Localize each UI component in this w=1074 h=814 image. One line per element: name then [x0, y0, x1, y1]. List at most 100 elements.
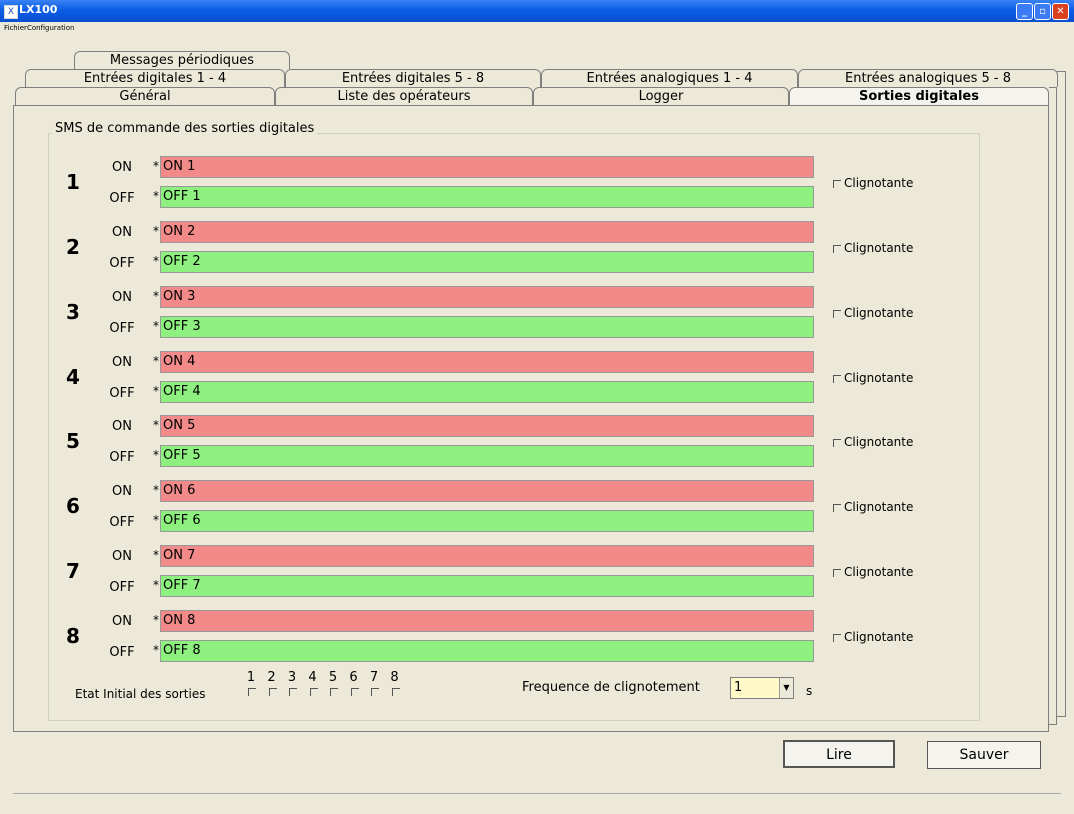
output-number: 8: [66, 624, 80, 648]
required-star: *: [153, 613, 159, 627]
checkbox-icon[interactable]: [833, 244, 841, 253]
tab-entrees-analogiques-1-4[interactable]: Entrées analogiques 1 - 4: [541, 69, 798, 87]
tab-general[interactable]: Général: [15, 87, 275, 105]
checkbox-icon[interactable]: [833, 374, 841, 383]
group-title: SMS de commande des sorties digitales: [52, 121, 318, 136]
initial-state-checkbox[interactable]: [330, 688, 338, 696]
off-sms-field[interactable]: OFF 1: [160, 186, 814, 208]
checkbox-icon[interactable]: [833, 568, 841, 577]
tab-liste-operateurs[interactable]: Liste des opérateurs: [275, 87, 533, 105]
on-label: ON: [112, 355, 132, 370]
required-star: *: [153, 319, 159, 333]
off-sms-field[interactable]: OFF 2: [160, 251, 814, 273]
title-bar: X LX100 _ ▫ ✕: [0, 0, 1074, 22]
blink-checkbox[interactable]: Clignotante: [833, 176, 913, 190]
checkbox-icon[interactable]: [833, 633, 841, 642]
on-label: ON: [112, 484, 132, 499]
output-number: 2: [66, 235, 80, 259]
blink-label: Clignotante: [844, 306, 914, 320]
blink-checkbox[interactable]: Clignotante: [833, 630, 913, 644]
initial-state-checkbox[interactable]: [248, 688, 256, 696]
required-star: *: [153, 643, 159, 657]
blink-checkbox[interactable]: Clignotante: [833, 565, 913, 579]
initial-state-checkbox[interactable]: [350, 688, 359, 696]
tab-logger[interactable]: Logger: [533, 87, 789, 105]
menu-bar: Fichier Configuration: [0, 23, 1074, 37]
off-label: OFF: [109, 386, 135, 401]
initial-state-checkbox[interactable]: [268, 688, 277, 696]
required-star: *: [153, 159, 159, 173]
tab-panel-shadow: [1057, 71, 1066, 717]
off-sms-field[interactable]: OFF 7: [160, 575, 814, 597]
on-sms-field[interactable]: ON 2: [160, 221, 814, 243]
initial-state-checkbox[interactable]: [309, 688, 318, 696]
required-star: *: [153, 483, 159, 497]
tab-panel-shadow: [1049, 87, 1057, 725]
maximize-button[interactable]: ▫: [1034, 3, 1051, 20]
off-sms-field[interactable]: OFF 8: [160, 640, 814, 662]
blink-label: Clignotante: [844, 565, 914, 579]
on-label: ON: [112, 614, 132, 629]
required-star: *: [153, 578, 159, 592]
off-label: OFF: [109, 515, 135, 530]
required-star: *: [153, 189, 159, 203]
tab-messages-periodiques[interactable]: Messages périodiques: [74, 51, 290, 69]
on-sms-field[interactable]: ON 8: [160, 610, 814, 632]
blink-checkbox[interactable]: Clignotante: [833, 500, 913, 514]
read-button[interactable]: Lire: [783, 740, 895, 768]
required-star: *: [153, 289, 159, 303]
off-sms-field[interactable]: OFF 6: [160, 510, 814, 532]
blink-label: Clignotante: [844, 630, 914, 644]
initial-state-checkbox[interactable]: [289, 688, 297, 696]
blink-checkbox[interactable]: Clignotante: [833, 306, 913, 320]
chevron-down-icon[interactable]: ▼: [779, 678, 793, 698]
blink-checkbox[interactable]: Clignotante: [833, 371, 913, 385]
initial-state-number: 3: [287, 670, 297, 685]
tab-entrees-digitales-1-4[interactable]: Entrées digitales 1 - 4: [25, 69, 285, 87]
checkbox-icon[interactable]: [833, 438, 841, 447]
on-sms-field[interactable]: ON 7: [160, 545, 814, 567]
tab-entrees-digitales-5-8[interactable]: Entrées digitales 5 - 8: [285, 69, 541, 87]
on-sms-field[interactable]: ON 1: [160, 156, 814, 178]
off-label: OFF: [109, 580, 135, 595]
on-sms-field[interactable]: ON 4: [160, 351, 814, 373]
tab-entrees-analogiques-5-8[interactable]: Entrées analogiques 5 - 8: [798, 69, 1058, 87]
blink-label: Clignotante: [844, 500, 914, 514]
on-label: ON: [112, 225, 132, 240]
frequency-label: Frequence de clignotement: [522, 680, 700, 695]
off-sms-field[interactable]: OFF 5: [160, 445, 814, 467]
initial-state-checkbox[interactable]: [391, 688, 400, 696]
on-label: ON: [112, 160, 132, 175]
off-sms-field[interactable]: OFF 4: [160, 381, 814, 403]
initial-state-number: 4: [308, 670, 317, 685]
app-icon: X: [4, 5, 18, 19]
required-star: *: [153, 354, 159, 368]
blink-label: Clignotante: [844, 176, 914, 190]
checkbox-icon[interactable]: [833, 309, 841, 318]
minimize-button[interactable]: _: [1016, 3, 1033, 20]
required-star: *: [153, 548, 159, 562]
menu-configuration[interactable]: Configuration: [27, 24, 74, 32]
initial-state-checkbox[interactable]: [371, 688, 379, 696]
checkbox-icon[interactable]: [833, 179, 841, 188]
save-button[interactable]: Sauver: [927, 741, 1041, 769]
on-sms-field[interactable]: ON 3: [160, 286, 814, 308]
off-label: OFF: [109, 191, 135, 206]
menu-fichier[interactable]: Fichier: [4, 24, 27, 32]
on-sms-field[interactable]: ON 5: [160, 415, 814, 437]
output-number: 6: [66, 494, 80, 518]
initial-state-number: 7: [369, 670, 379, 685]
output-number: 5: [66, 429, 80, 453]
off-sms-field[interactable]: OFF 3: [160, 316, 814, 338]
initial-state-number: 2: [267, 670, 276, 685]
on-sms-field[interactable]: ON 6: [160, 480, 814, 502]
off-label: OFF: [109, 450, 135, 465]
tab-sorties-digitales[interactable]: Sorties digitales: [789, 87, 1049, 105]
initial-state-number: 1: [246, 670, 256, 685]
frequency-select[interactable]: 1 ▼: [730, 677, 794, 699]
blink-checkbox[interactable]: Clignotante: [833, 241, 913, 255]
required-star: *: [153, 224, 159, 238]
blink-checkbox[interactable]: Clignotante: [833, 435, 913, 449]
close-button[interactable]: ✕: [1052, 3, 1069, 20]
checkbox-icon[interactable]: [833, 503, 841, 512]
